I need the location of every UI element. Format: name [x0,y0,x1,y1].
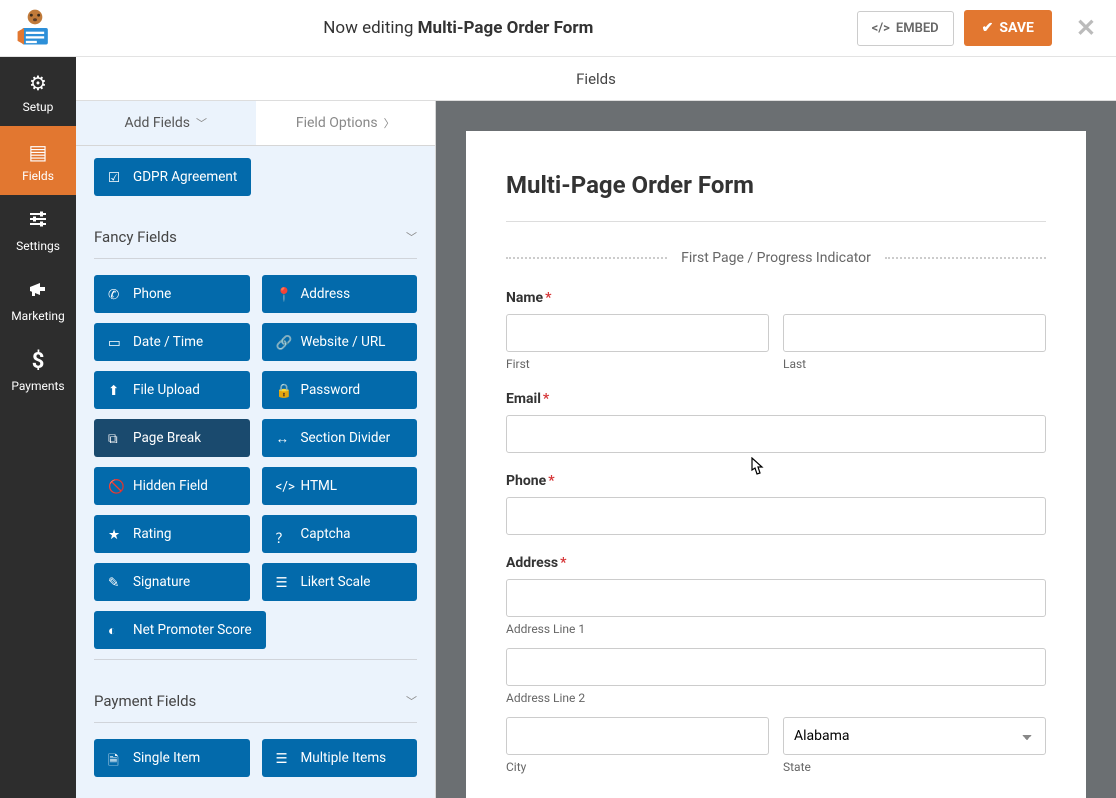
link-icon: 🔗 [276,335,291,350]
field-date-time[interactable]: ▭Date / Time [94,323,250,361]
field-single-item[interactable]: 🗎Single Item [94,739,250,777]
check-icon: ✔ [982,20,994,36]
embed-button[interactable]: </>EMBED [857,11,954,46]
list-icon: ☰ [276,751,291,766]
chevron-down-icon: ﹀ [406,693,417,709]
address-city-input[interactable] [506,717,769,755]
pencil-icon: ✎ [108,575,123,590]
save-button[interactable]: ✔SAVE [964,10,1052,46]
dollar-icon: $ [4,349,72,374]
field-email[interactable]: Email* [506,391,1046,453]
field-phone[interactable]: Phone* [506,473,1046,535]
sidenav-settings[interactable]: Settings [0,195,76,265]
panel-tab-field-options[interactable]: Field Options〉 [256,101,436,145]
code-icon: </> [872,21,890,36]
star-icon: ★ [108,527,123,542]
field-name[interactable]: Name* First Last [506,290,1046,371]
chevron-right-icon: 〉 [384,115,395,131]
tab-fields[interactable]: Fields [546,57,646,100]
file-icon: 🗎 [108,751,123,766]
address-state-select[interactable]: Alabama [783,717,1046,755]
code-icon: </> [276,479,291,494]
sublabel-line1: Address Line 1 [506,622,1046,636]
field-address[interactable]: Address* Address Line 1 Address Line 2 C… [506,555,1046,774]
field-signature[interactable]: ✎Signature [94,563,250,601]
phone-icon: ✆ [108,287,123,302]
panel-tab-add-fields[interactable]: Add Fields﹀ [76,101,256,145]
likert-icon: ☰ [276,575,291,590]
sublabel-first: First [506,357,769,371]
workspace-tabbar: Fields [76,57,1116,101]
address-line1-input[interactable] [506,579,1046,617]
wpforms-logo [10,3,60,53]
sidenav-setup[interactable]: ⚙ Setup [0,57,76,126]
gauge-icon: ◐ [108,623,123,638]
divider-icon: ↔ [276,431,291,446]
calendar-icon: ▭ [108,335,123,350]
sidenav: ⚙ Setup ▤ Fields Settings Marketing $ Pa… [0,57,76,798]
field-password[interactable]: 🔒Password [262,371,418,409]
field-gdpr-agreement[interactable]: ☑ GDPR Agreement [94,158,251,196]
field-hidden-field[interactable]: 🚫Hidden Field [94,467,250,505]
progress-indicator: First Page / Progress Indicator [506,250,1046,266]
sublabel-city: City [506,760,769,774]
question-icon: ？ [276,527,291,542]
field-likert-scale[interactable]: ☰Likert Scale [262,563,418,601]
field-section-divider[interactable]: ↔Section Divider [262,419,418,457]
field-rating[interactable]: ★Rating [94,515,250,553]
name-first-input[interactable] [506,314,769,352]
map-pin-icon: 📍 [276,287,291,302]
sliders-icon [4,209,72,234]
form-title: Multi-Page Order Form [506,171,1046,222]
sidenav-payments[interactable]: $ Payments [0,335,76,405]
email-input[interactable] [506,415,1046,453]
phone-input[interactable] [506,497,1046,535]
field-captcha[interactable]: ？Captcha [262,515,418,553]
field-page-break[interactable]: ⧉Page Break [94,419,250,457]
section-payment-fields[interactable]: Payment Fields ﹀ [94,674,417,723]
field-address[interactable]: 📍Address [262,275,418,313]
canvas-scroll[interactable]: Multi-Page Order Form First Page / Progr… [436,101,1116,798]
sublabel-line2: Address Line 2 [506,691,1046,705]
name-last-input[interactable] [783,314,1046,352]
field-multiple-items[interactable]: ☰Multiple Items [262,739,418,777]
list-icon: ▤ [4,140,72,164]
sublabel-state: State [783,760,1046,774]
eye-off-icon: 🚫 [108,479,123,494]
bullhorn-icon [4,279,72,304]
field-website-url[interactable]: 🔗Website / URL [262,323,418,361]
sidenav-fields[interactable]: ▤ Fields [0,126,76,195]
chevron-down-icon: ﹀ [196,115,207,131]
section-fancy-fields[interactable]: Fancy Fields ﹀ [94,210,417,259]
pagebreak-icon: ⧉ [108,431,123,446]
field-file-upload[interactable]: ⬆File Upload [94,371,250,409]
sidenav-marketing[interactable]: Marketing [0,265,76,335]
field-html[interactable]: </>HTML [262,467,418,505]
fields-panel: Add Fields﹀ Field Options〉 ☑ GDPR Agreem… [76,101,436,798]
check-square-icon: ☑ [108,170,123,185]
close-icon[interactable]: ✕ [1076,14,1096,42]
field-phone[interactable]: ✆Phone [94,275,250,313]
sublabel-last: Last [783,357,1046,371]
chevron-down-icon: ﹀ [406,229,417,245]
lock-icon: 🔒 [276,383,291,398]
field-net-promoter-score[interactable]: ◐Net Promoter Score [94,611,266,649]
now-editing-label: Now editing Multi-Page Order Form [60,18,857,38]
form-canvas: Multi-Page Order Form First Page / Progr… [466,131,1086,798]
address-line2-input[interactable] [506,648,1046,686]
gear-icon: ⚙ [4,71,72,95]
upload-icon: ⬆ [108,383,123,398]
